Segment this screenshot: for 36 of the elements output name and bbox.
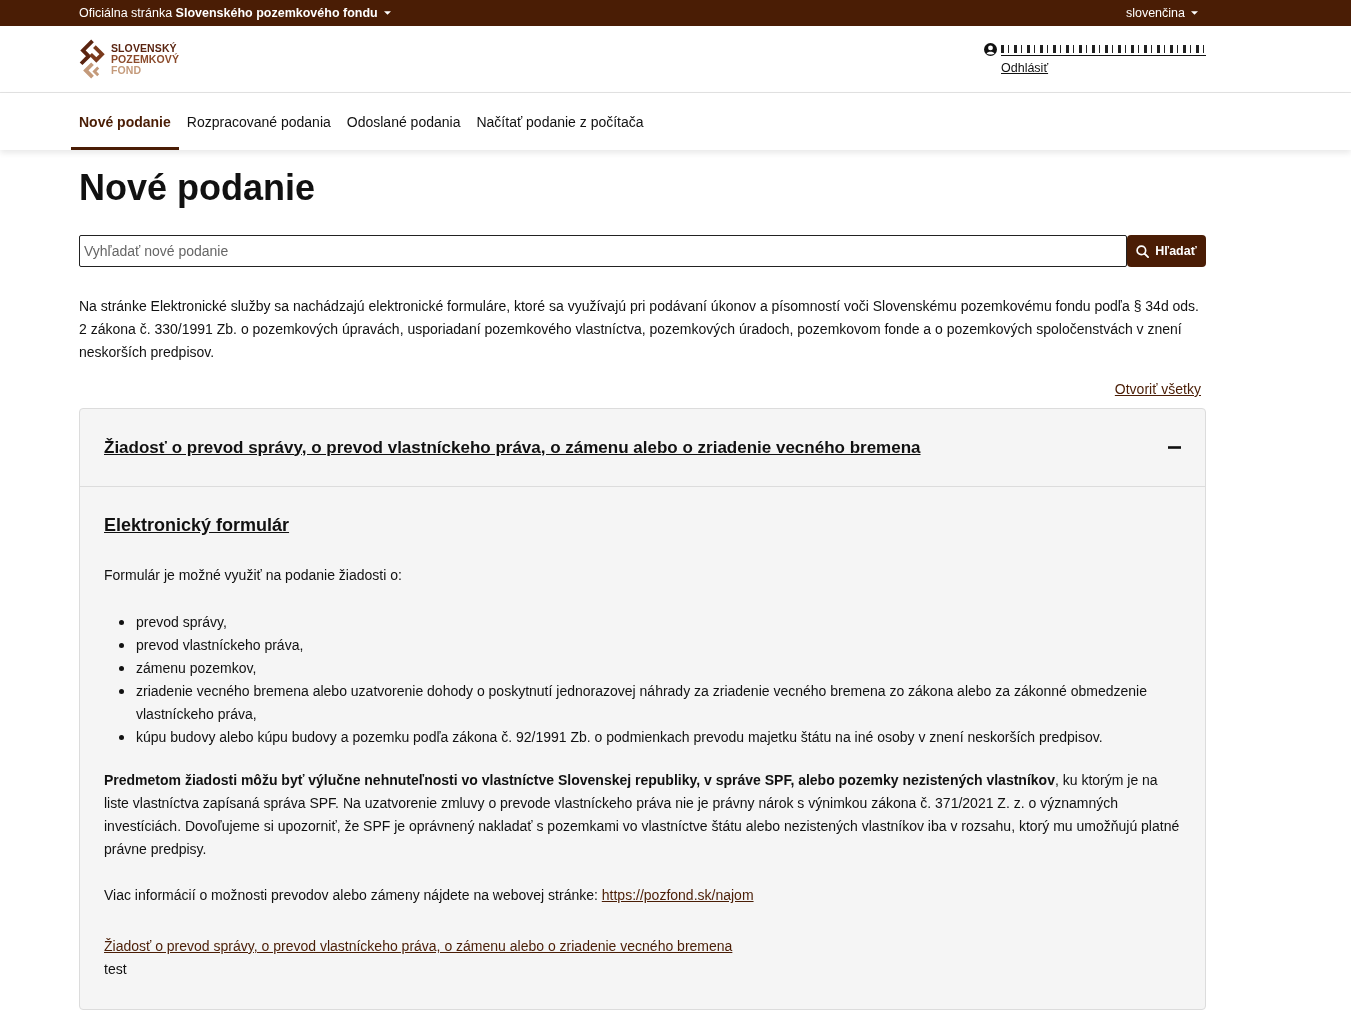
bullet-icon xyxy=(119,620,124,625)
nav-tab[interactable]: Načítať podanie z počítača xyxy=(468,93,652,150)
website-link[interactable]: https://pozfond.sk/najom xyxy=(601,887,754,903)
nav-tab[interactable]: Nové podanie xyxy=(71,93,179,150)
logout-link[interactable]: Odhlásiť xyxy=(1001,60,1049,76)
section-heading-link[interactable]: Elektronický formulár xyxy=(104,511,290,539)
language-button[interactable]: slovenčina xyxy=(1125,6,1198,20)
nav-tab[interactable]: Odoslané podania xyxy=(338,93,469,150)
form-link[interactable]: Žiadosť o prevod správy, o prevod vlastníckeho práva, o zámenu alebo o zriadenie vecného bremena xyxy=(104,935,733,958)
logo-text: SLOVENSKÝ POZEMKOVÝ FOND xyxy=(111,42,179,76)
search-field[interactable]: Vyhľadať nové podanie xyxy=(79,235,1127,267)
bullet-icon xyxy=(119,689,124,694)
info-text: Viac informácií o možnosti prevodov alebo zámeny nájdete na webovej stránke: https://pozfond.sk/najom xyxy=(104,886,755,905)
open-all-link[interactable]: Otvoriť všetky xyxy=(1114,378,1201,400)
list-item-text: zámenu pozemkov, xyxy=(136,659,257,678)
logo-mark-icon[interactable] xyxy=(79,39,106,79)
list-item-text: prevod správy, xyxy=(136,613,227,632)
nav-tab[interactable]: Rozpracované podania xyxy=(178,93,339,150)
list-item-text: kúpu budovy alebo kúpu budovy a pozemku podľa zákona č. 92/1991 Zb. o podmienkach prevodu majetku štátu na iné osoby v znení neskorších predpisov. xyxy=(136,728,1103,747)
list-item-text: prevod vlastníckeho práva, xyxy=(136,636,304,655)
bullet-icon xyxy=(119,643,124,648)
official-site-button[interactable]: Oficiálna stránka Slovenského pozemkového fondu xyxy=(79,6,391,20)
notice-text: Predmetom žiadosti môžu byť výlučne nehnuteľnosti vo vlastníctve Slovenskej republiky, v správe SPF, alebo pozemky nezistených vlastníkov, ku ktorým je na liste vlastníctva zapísaná správa SPF. Na uzatvorenie zmluvy o prevode vlastníckeho práva nie je právny nárok s výnimkou zákona č. 371/2021 Z. z. o významných investíciách. Dovoľujeme si upozorniť, že SPF je oprávnený nakladať s pozemkami vo vlastníctve štátu alebo nezistených vlastníkov iba v rozsahu, ktorý mu umožňujú platné právne predpisy. xyxy=(104,771,1181,859)
accordion-title-link[interactable]: Žiadosť o prevod správy, o prevod vlastníckeho práva, o zámenu alebo o zriadenie vecného bremena xyxy=(104,437,921,458)
search-button[interactable]: Hľadať xyxy=(1127,235,1206,267)
intro-text: Na stránke Elektronické služby sa nachádzajú elektronické formuláre, ktoré sa využívajú pri podávaní úkonov a písomností voči Slovenskému pozemkovému fondu podľa § 34d ods. 2 zákona č. 330/1991 Zb. o pozemkových úpravách, usporiadaní pozemkového vlastníctva, pozemkových úradoch, pozemkovom fonde a o pozemkových spoločenstvách v znení neskorších predpisov. xyxy=(79,297,1200,362)
page-title: Nové podanie xyxy=(79,166,317,210)
search-icon xyxy=(1136,244,1150,258)
user-icon xyxy=(984,42,997,56)
bullet-icon xyxy=(119,666,124,671)
bullet-icon xyxy=(119,735,124,740)
redacted-username-link[interactable] xyxy=(1001,42,1206,56)
caret-icon xyxy=(383,11,391,15)
note-text: test xyxy=(104,960,128,979)
caret-icon xyxy=(1191,11,1198,15)
lead-text: Formulár je možné využiť na podanie žiadosti o: xyxy=(104,566,403,585)
